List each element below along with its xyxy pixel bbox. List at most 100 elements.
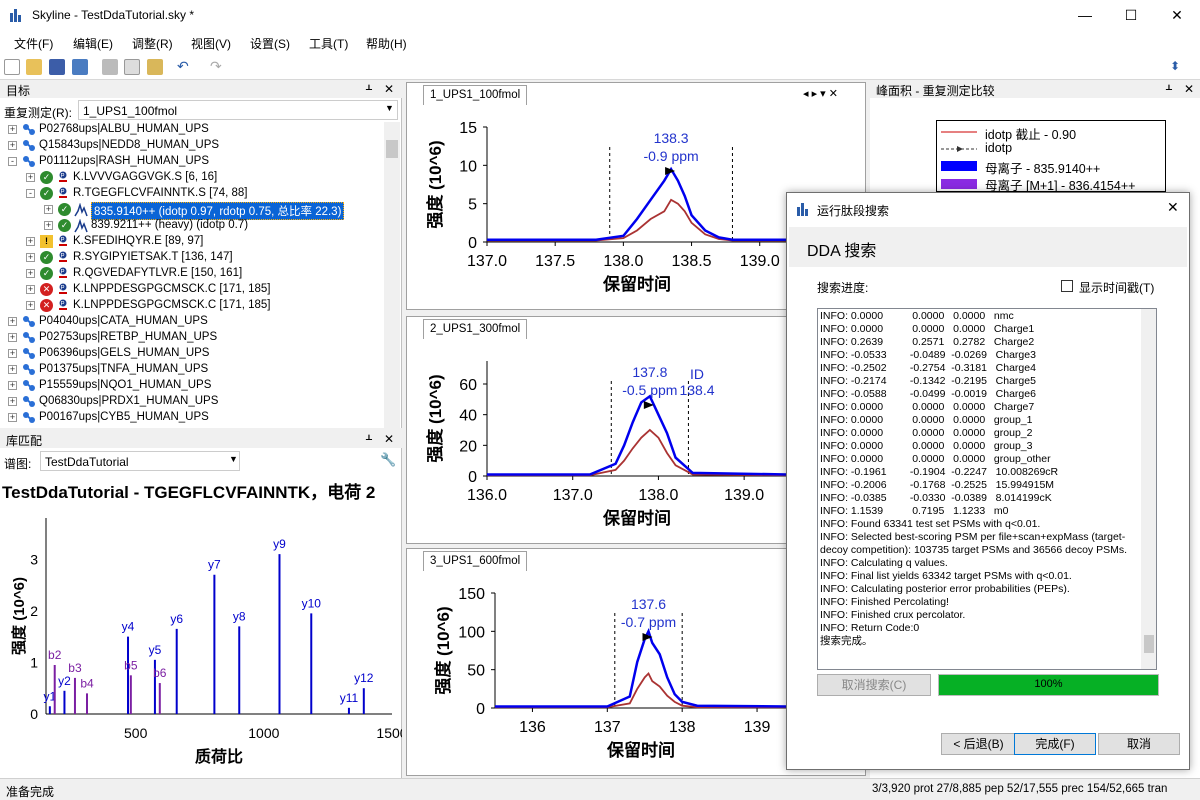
- peak-label: y2: [58, 674, 71, 688]
- tab-replicate-1[interactable]: 1_UPS1_100fmol: [423, 85, 528, 105]
- log-line: INFO: Return Code:0: [820, 622, 920, 634]
- close-icon[interactable]: ✕: [384, 82, 394, 96]
- pin-icon[interactable]: ᚆ: [366, 432, 372, 446]
- menu-bar: 文件(F) 编辑(E) 调整(R) 视图(V) 设置(S) 工具(T) 帮助(H…: [0, 30, 1200, 54]
- minimize-button[interactable]: —: [1062, 0, 1108, 30]
- menu-settings[interactable]: 设置(S): [250, 35, 290, 52]
- wrench-icon[interactable]: 🔧: [380, 452, 396, 468]
- y-tick-label: 0: [468, 235, 477, 252]
- search-log: INFO: 0.0000 0.0000 0.0000 nmc INFO: 0.00…: [817, 308, 1157, 670]
- tree-row[interactable]: - ✓ P R.TGEGFLCVFAINNTK.S [74, 88]: [0, 186, 384, 202]
- peak-area-title: 峰面积 - 重复测定比较: [876, 84, 995, 98]
- maximize-button[interactable]: ☐: [1108, 0, 1154, 30]
- collapse-icon[interactable]: -: [26, 189, 35, 198]
- protein-icon: [22, 331, 36, 345]
- cancel-search-button[interactable]: 取消搜索(C): [817, 674, 931, 696]
- expand-icon[interactable]: +: [8, 397, 17, 406]
- pin-icon[interactable]: ᚆ: [366, 82, 372, 96]
- open-folder-icon[interactable]: [26, 59, 42, 75]
- legend-idotp: idotp: [985, 141, 1013, 155]
- dialog-close-button[interactable]: ✕: [1167, 199, 1179, 216]
- tree-row[interactable]: + ✓ 835.9140++ (idotp 0.97, rdotp 0.75, 总比…: [0, 202, 384, 220]
- tab-replicate-3[interactable]: 3_UPS1_600fmol: [423, 551, 528, 571]
- peak-label: y7: [208, 558, 221, 572]
- expand-icon[interactable]: +: [44, 205, 53, 214]
- timestamp-checkbox[interactable]: [1061, 280, 1073, 292]
- tree-row[interactable]: + P15559ups|NQO1_HUMAN_UPS: [0, 378, 384, 394]
- expand-icon[interactable]: +: [8, 333, 17, 342]
- tree-row[interactable]: + P06396ups|GELS_HUMAN_UPS: [0, 346, 384, 362]
- expand-icon[interactable]: +: [8, 125, 17, 134]
- tree-row[interactable]: + P04040ups|CATA_HUMAN_UPS: [0, 314, 384, 330]
- menu-view[interactable]: 视图(V): [191, 35, 231, 52]
- peak-label: y12: [354, 671, 374, 685]
- menu-help[interactable]: 帮助(H): [366, 35, 407, 52]
- tree-row[interactable]: + P02768ups|ALBU_HUMAN_UPS: [0, 122, 384, 138]
- chevron-down-icon: ▼: [229, 454, 238, 464]
- expand-icon[interactable]: +: [26, 301, 35, 310]
- log-line: INFO: 0.0000 0.0000 0.0000 Charge1: [820, 323, 1035, 335]
- tree-row[interactable]: + P00167ups|CYB5_HUMAN_UPS: [0, 410, 384, 426]
- new-file-icon[interactable]: [4, 59, 20, 75]
- menu-refine[interactable]: 调整(R): [132, 35, 173, 52]
- dialog-heading-band: DDA 搜索: [789, 227, 1187, 267]
- tree-row[interactable]: + Q06830ups|PRDX1_HUMAN_UPS: [0, 394, 384, 410]
- tree-row[interactable]: + ✓ P R.SYGIPYIETSAK.T [136, 147]: [0, 250, 384, 266]
- tree-row[interactable]: + ✓ 839.9211++ (heavy) (idotp 0.7): [0, 218, 384, 234]
- close-icon[interactable]: ✕: [384, 432, 394, 446]
- close-icon[interactable]: ✕: [1184, 82, 1194, 96]
- cut-icon[interactable]: [102, 59, 118, 75]
- expand-icon[interactable]: +: [8, 349, 17, 358]
- tab-replicate-2[interactable]: 2_UPS1_300fmol: [423, 319, 528, 339]
- tree-row[interactable]: - P01112ups|RASH_HUMAN_UPS: [0, 154, 384, 170]
- expand-icon[interactable]: +: [26, 253, 35, 262]
- tab-nav-icons[interactable]: ◂ ▸ ▾ ✕: [803, 87, 838, 100]
- tree-row[interactable]: + ✓ P K.LVVVGAGGVGK.S [6, 16]: [0, 170, 384, 186]
- progress-text: 100%: [1034, 678, 1063, 690]
- close-button[interactable]: ✕: [1154, 0, 1200, 30]
- menu-file[interactable]: 文件(F): [14, 35, 53, 52]
- expand-icon[interactable]: +: [26, 237, 35, 246]
- tree-row[interactable]: + P02753ups|RETBP_HUMAN_UPS: [0, 330, 384, 346]
- replicate-select[interactable]: 1_UPS1_100fmol ▼: [78, 100, 398, 120]
- paste-icon[interactable]: [147, 59, 163, 75]
- scrollbar-thumb[interactable]: [1144, 635, 1154, 653]
- svg-text:P: P: [61, 174, 65, 180]
- finish-button[interactable]: 完成(F): [1014, 733, 1096, 755]
- y-tick-label: 15: [459, 120, 477, 137]
- log-line: INFO: -0.2174 -0.1342 -0.2195 Charge5: [820, 375, 1036, 387]
- tree-row[interactable]: + ✕ P K.LNPPDESGPGCMSCK.C [171, 185]: [0, 282, 384, 298]
- scrollbar-thumb[interactable]: [386, 140, 398, 158]
- expand-icon[interactable]: +: [26, 269, 35, 278]
- expand-icon[interactable]: +: [26, 285, 35, 294]
- log-line: INFO: -0.0588 -0.0499 -0.0019 Charge6: [820, 388, 1036, 400]
- collapse-icon[interactable]: -: [8, 157, 17, 166]
- tree-row[interactable]: + Q15843ups|NEDD8_HUMAN_UPS: [0, 138, 384, 154]
- menu-edit[interactable]: 编辑(E): [73, 35, 113, 52]
- spectrum-select[interactable]: TestDdaTutorial ▼: [40, 451, 240, 471]
- tree-scrollbar[interactable]: [384, 122, 400, 428]
- redo-icon[interactable]: ↷: [210, 59, 226, 75]
- tree-row[interactable]: + P01375ups|TNFA_HUMAN_UPS: [0, 362, 384, 378]
- tree-row[interactable]: +! P K.SFEDIHQYR.E [89, 97]: [0, 234, 384, 250]
- sync-icon[interactable]: ⬍: [1170, 59, 1186, 75]
- expand-icon[interactable]: +: [8, 141, 17, 150]
- log-scrollbar[interactable]: [1141, 309, 1156, 669]
- save-icon[interactable]: [49, 59, 65, 75]
- cancel-button[interactable]: 取消: [1098, 733, 1180, 755]
- back-button[interactable]: < 后退(B): [941, 733, 1016, 755]
- expand-icon[interactable]: +: [26, 173, 35, 182]
- expand-icon[interactable]: +: [8, 317, 17, 326]
- pin-icon[interactable]: ᚆ: [1166, 82, 1172, 96]
- expand-icon[interactable]: +: [8, 413, 17, 422]
- menu-tools[interactable]: 工具(T): [309, 35, 348, 52]
- tree-row[interactable]: + ✓ P R.QGVEDAFYTLVR.E [150, 161]: [0, 266, 384, 282]
- import-icon[interactable]: [72, 59, 88, 75]
- undo-icon[interactable]: ↶: [177, 59, 193, 75]
- expand-icon[interactable]: +: [8, 365, 17, 374]
- tree-row[interactable]: + ✕ P K.LNPPDESGPGCMSCK.C [171, 185]: [0, 298, 384, 314]
- copy-icon[interactable]: [124, 59, 140, 75]
- y-tick-label: 2: [30, 603, 38, 619]
- expand-icon[interactable]: +: [44, 221, 53, 230]
- expand-icon[interactable]: +: [8, 381, 17, 390]
